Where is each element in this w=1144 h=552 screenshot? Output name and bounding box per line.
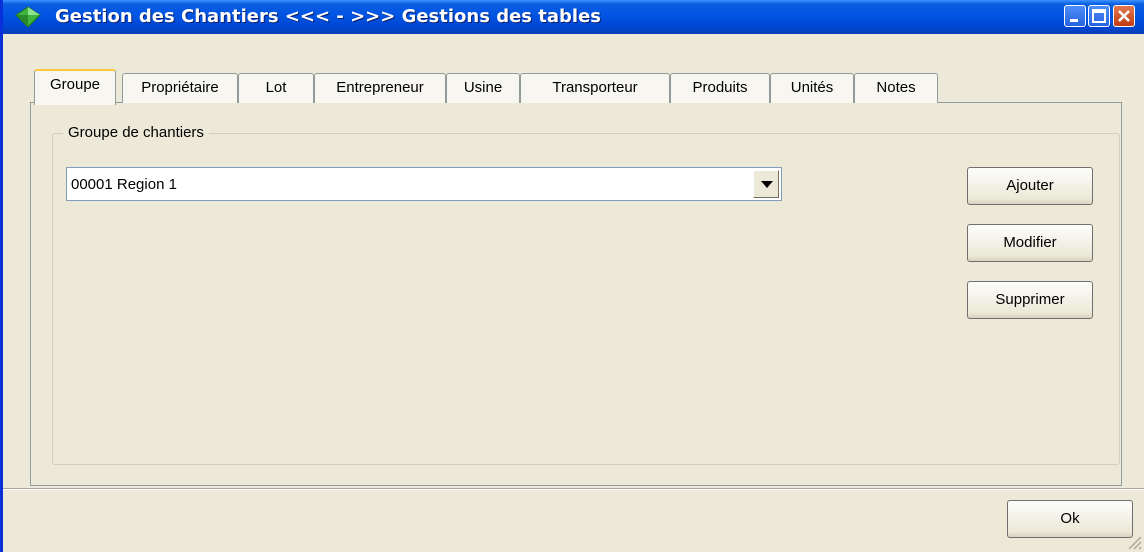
tab-notes[interactable]: Notes: [854, 73, 938, 103]
tab-usine[interactable]: Usine: [446, 73, 520, 103]
tab-label: Notes: [876, 79, 916, 96]
tab-produits[interactable]: Produits: [670, 73, 770, 103]
main-window: Gestion des Chantiers <<< - >>> Gestions…: [0, 0, 1144, 552]
group-combobox[interactable]: 00001 Region 1: [66, 167, 782, 201]
group-legend: Groupe de chantiers: [63, 124, 209, 141]
minimize-button[interactable]: [1064, 5, 1086, 27]
modify-button[interactable]: Modifier: [967, 224, 1093, 262]
add-button[interactable]: Ajouter: [967, 167, 1093, 205]
tab-label: Transporteur: [552, 79, 638, 96]
tab-label: Groupe: [49, 76, 101, 93]
chevron-down-icon: [761, 181, 773, 188]
combo-value: 00001 Region 1: [71, 176, 177, 193]
delete-button[interactable]: Supprimer: [967, 281, 1093, 319]
maximize-button[interactable]: [1088, 5, 1110, 27]
window-title: Gestion des Chantiers <<< - >>> Gestions…: [55, 6, 602, 27]
tab-label: Unités: [790, 79, 834, 96]
tab-lot[interactable]: Lot: [238, 73, 314, 103]
close-button[interactable]: [1113, 5, 1135, 27]
tab-label: Produits: [692, 79, 748, 96]
minimize-icon: [1070, 19, 1078, 22]
tab-label: Propriétaire: [141, 79, 219, 96]
ok-button[interactable]: Ok: [1007, 500, 1133, 538]
tab-proprietaire[interactable]: Propriétaire: [122, 73, 238, 103]
dropdown-button[interactable]: [753, 170, 779, 198]
tab-label: Lot: [265, 79, 287, 96]
resize-grip-icon[interactable]: [1126, 534, 1142, 550]
tab-unites[interactable]: Unités: [770, 73, 854, 103]
tab-label: Usine: [463, 79, 503, 96]
close-icon: [1118, 10, 1130, 22]
tab-transporteur[interactable]: Transporteur: [520, 73, 670, 103]
green-gem-icon: [15, 6, 41, 28]
tab-groupe[interactable]: Groupe: [34, 69, 116, 105]
tab-entrepreneur[interactable]: Entrepreneur: [314, 73, 446, 103]
title-bar[interactable]: Gestion des Chantiers <<< - >>> Gestions…: [3, 0, 1144, 34]
tab-label: Entrepreneur: [336, 79, 424, 96]
separator: [3, 488, 1144, 490]
maximize-icon: [1092, 9, 1106, 23]
